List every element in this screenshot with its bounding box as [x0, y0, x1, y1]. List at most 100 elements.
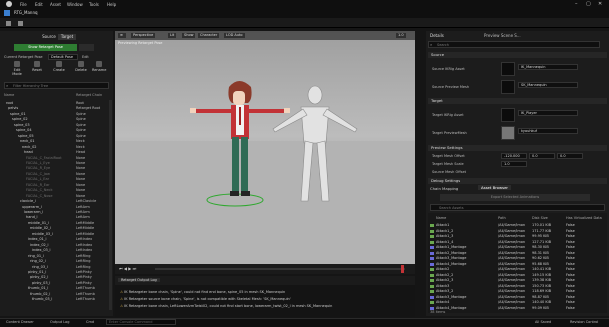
target-mesh-dropdown[interactable]: kyouhkuf	[518, 128, 578, 134]
log-line: ⚠ IK Retargeter bone chain, LeftLowerArm…	[120, 304, 332, 308]
asset-row[interactable]: Attack4/All/Game/Imon 140.40 KiB False	[430, 300, 606, 305]
animation-asset-icon	[430, 246, 434, 249]
viewport-menu-icon[interactable]: ≡	[118, 33, 126, 38]
bone-chain: Root	[76, 101, 84, 105]
menu-asset[interactable]: Asset	[50, 2, 61, 7]
export-selected-button[interactable]: Export Selected Animations	[440, 194, 590, 201]
menu-file[interactable]: File	[20, 2, 27, 7]
col-path[interactable]: Path	[498, 216, 506, 220]
asset-name: Attack2_Montage	[436, 250, 467, 255]
minimize-icon[interactable]: –	[575, 1, 578, 7]
col-disk-size[interactable]: Disk Size	[532, 216, 548, 220]
asset-row[interactable]: Attack4_Montage/All/Game/Imon 95.68 KiB Fa…	[430, 261, 606, 267]
preview-settings-header[interactable]: Preview Settings	[428, 145, 607, 151]
asset-row[interactable]: Attack2/All/Game/Imon 140.41 KiB False	[430, 267, 606, 272]
browse-icon[interactable]	[18, 21, 23, 26]
bone-chain: LeftClavicle	[76, 199, 97, 204]
source-mesh-dropdown[interactable]: SK_Mannequin	[518, 82, 578, 88]
rename-button[interactable]: Rename	[92, 61, 106, 72]
scale-field[interactable]: 1.0	[501, 161, 527, 167]
bone-chain: LeftArm	[76, 204, 90, 209]
tab-preview-scene[interactable]: Preview Scene S...	[484, 33, 521, 38]
create-icon	[56, 61, 62, 67]
maximize-icon[interactable]: ▢	[586, 1, 591, 7]
asset-row[interactable]: Attack2_2/All/Game/Imon 149.15 KiB False	[430, 273, 606, 278]
source-ikrig-dropdown[interactable]: IK_Mannequin	[518, 64, 578, 70]
create-button[interactable]: Create	[52, 61, 66, 72]
timeline-playhead[interactable]	[401, 265, 404, 273]
asset-virt: False	[566, 256, 575, 260]
menu-help[interactable]: Help	[107, 2, 116, 7]
lod-button[interactable]: LOD Auto	[224, 33, 245, 38]
play-controls-icon[interactable]: ⏮ ◀ ▶ ⏭	[119, 266, 136, 271]
show-retarget-pose-button[interactable]: Show Retarget Pose	[14, 44, 77, 51]
perspective-button[interactable]: Perspective	[131, 33, 156, 38]
source-section-header[interactable]: Source	[428, 52, 607, 58]
bone-name: spine_04	[16, 128, 32, 133]
viewport[interactable]	[115, 31, 415, 264]
target-section-header[interactable]: Target	[428, 98, 607, 104]
document-tab[interactable]: RTG_Mannq	[14, 10, 38, 15]
retargeter-asset-icon	[4, 10, 10, 16]
asset-row[interactable]: Attack1/All/Game/Imon 170.01 KiB False	[430, 223, 606, 228]
tab-chain-mapping[interactable]: Chain Mapping	[430, 186, 458, 191]
save-icon[interactable]	[6, 21, 11, 26]
asset-row[interactable]: Attack2_3/All/Game/Imon 139.38 KiB False	[430, 278, 606, 283]
offset-x-field[interactable]: -120.000	[501, 153, 527, 159]
tab-details[interactable]: Details	[430, 33, 444, 38]
console-input[interactable]: Enter Console Command	[106, 319, 176, 325]
reset-button[interactable]: Reset	[30, 61, 44, 72]
log-text: IK Retargeter bone chain, 'Spine', could…	[124, 290, 286, 294]
retarget-output-log-tab[interactable]: Retarget Output Log	[118, 278, 160, 282]
asset-row[interactable]: Attack3_Montage/All/Game/Imon 90.62 KiB Fa…	[430, 256, 606, 261]
asset-row[interactable]: Attack3_Montage/All/Game/Imon 98.87 KiB Fa…	[430, 295, 606, 300]
asset-virt: False	[566, 250, 575, 255]
tab-target[interactable]: Target	[58, 34, 76, 40]
debug-settings-header[interactable]: Debug Settings	[428, 178, 607, 184]
character-button[interactable]: Character	[198, 33, 220, 38]
revision-control-button[interactable]: Revision Control	[570, 320, 598, 324]
asset-row[interactable]: Attack1_3/All/Game/Imon 99.95 KiB False	[430, 234, 606, 239]
offset-z-field[interactable]: 0.0	[557, 153, 583, 159]
menu-edit[interactable]: Edit	[35, 2, 43, 7]
asset-virt: False	[566, 261, 575, 266]
tab-source[interactable]: Source	[40, 34, 58, 40]
col-virtualized[interactable]: Has Virtualized Data	[566, 216, 602, 220]
bone-chain: Spine	[76, 128, 86, 133]
pose-options-button[interactable]	[79, 44, 94, 51]
edit-mode-label: Edit Mode	[12, 68, 22, 76]
asset-row[interactable]: Attack1_4/All/Game/Imon 127.71 KiB False	[430, 240, 606, 245]
tree-row[interactable]: thumb_03_l LeftThumb	[6, 297, 95, 302]
asset-row[interactable]: Attack1_2/All/Game/Imon 171.77 KiB False	[430, 229, 606, 234]
tree-scrollbar[interactable]	[109, 100, 112, 310]
delete-button[interactable]: Delete	[74, 61, 88, 72]
asset-row[interactable]: Attack3_2/All/Game/Imon 118.69 KiB False	[430, 289, 606, 294]
current-pose-dropdown[interactable]: Default Pose	[48, 54, 78, 60]
lit-button[interactable]: Lit	[168, 33, 177, 38]
output-log-button[interactable]: Output Log	[50, 320, 70, 324]
col-name[interactable]: Name	[436, 216, 446, 220]
details-search-input[interactable]: Search	[428, 41, 600, 48]
cmd-dropdown[interactable]: Cmd	[86, 320, 94, 324]
show-button[interactable]: Show	[182, 33, 196, 38]
close-icon[interactable]: ✕	[598, 1, 602, 7]
asset-row[interactable]: Attack3/All/Game/Imon 150.73 KiB False	[430, 284, 606, 289]
tab-asset-browser[interactable]: Asset Browser	[478, 185, 511, 190]
all-saved-indicator[interactable]: All Saved	[535, 320, 551, 324]
hierarchy-search-input[interactable]: Filter Hierarchy Tree	[4, 82, 109, 89]
timeline-track[interactable]	[155, 268, 405, 270]
asset-row[interactable]: Attack4_Montage/All/Game/Imon 99.09 KiB Fa…	[430, 306, 606, 311]
edit-mode-button[interactable]: Edit Mode	[10, 61, 24, 76]
menu-window[interactable]: Window	[67, 2, 83, 7]
asset-row[interactable]: Attack1_Montage/All/Game/Imon 98.30 KiB Fa…	[430, 245, 606, 250]
offset-y-field[interactable]: 0.0	[529, 153, 555, 159]
menu-tools[interactable]: Tools	[89, 2, 99, 7]
content-drawer-button[interactable]: Content Drawer	[6, 320, 34, 324]
bone-name: thumb_03_l	[32, 297, 53, 302]
rename-icon	[96, 61, 102, 67]
asset-virt: False	[566, 234, 575, 238]
asset-row[interactable]: Attack2_Montage/All/Game/Imon 98.31 KiB Fa…	[430, 250, 606, 256]
target-ikrig-dropdown[interactable]: IK_Player	[518, 110, 578, 116]
bone-name: middle_01_l	[28, 220, 49, 225]
asset-search-input[interactable]: Search Assets	[430, 204, 605, 211]
